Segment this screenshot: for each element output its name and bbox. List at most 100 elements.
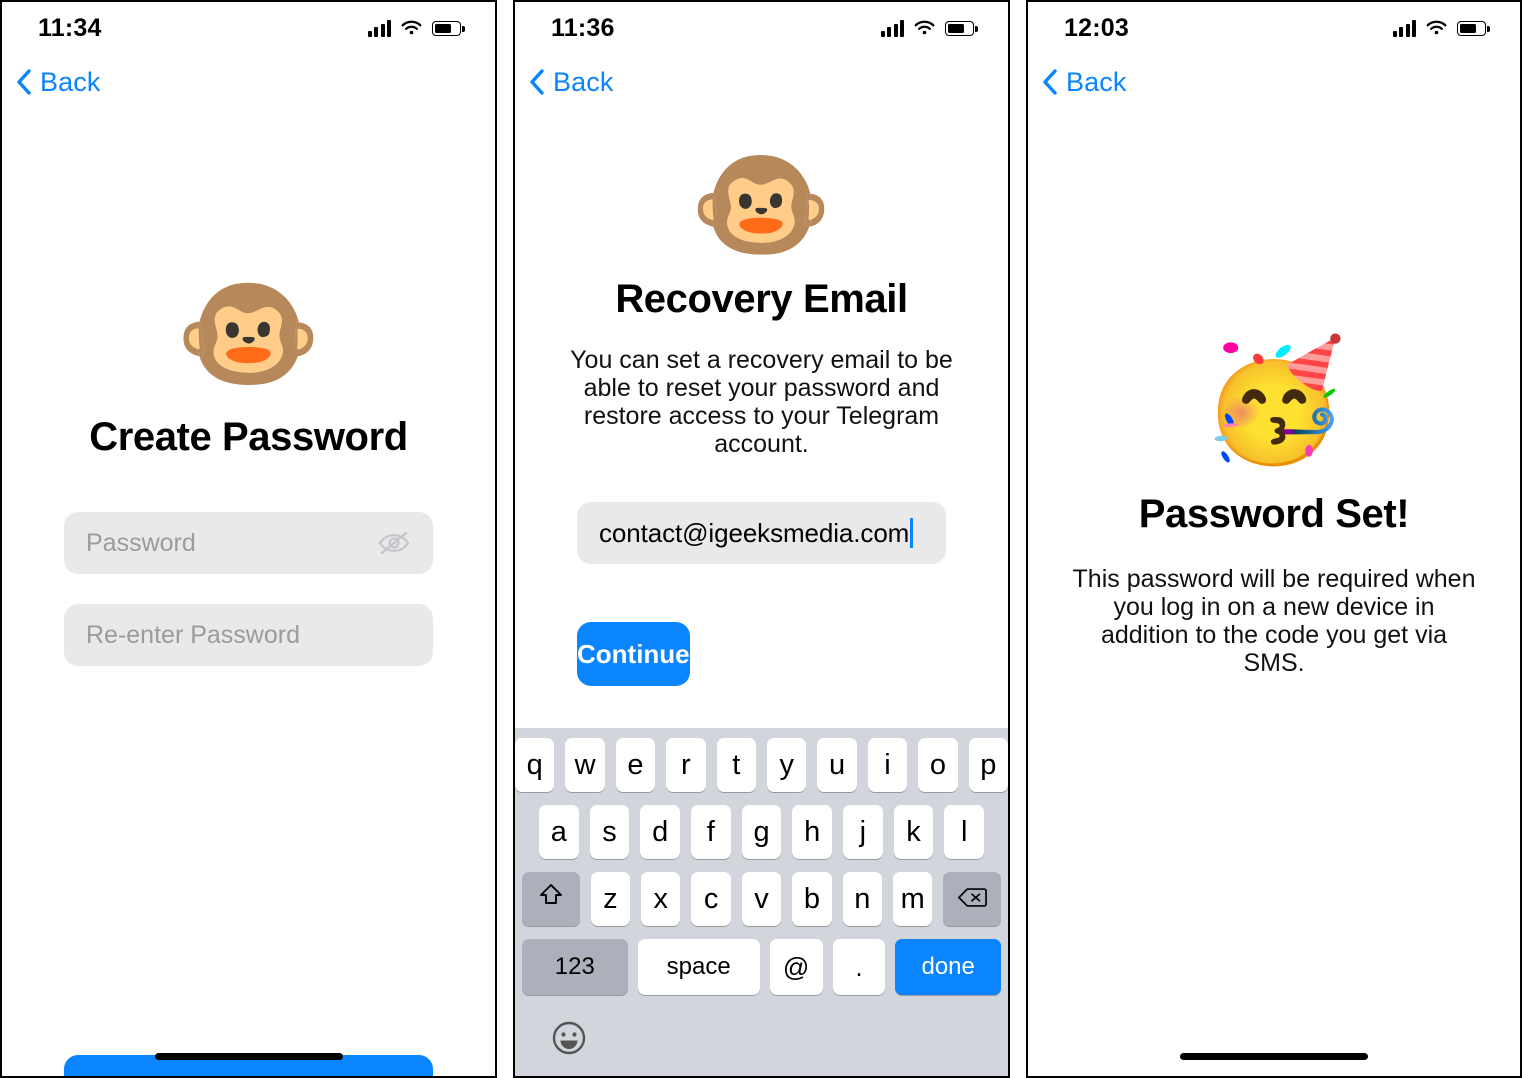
battery-icon bbox=[432, 20, 465, 36]
key-a[interactable]: a bbox=[538, 805, 579, 859]
wifi-icon bbox=[1425, 20, 1448, 37]
page-title: Recovery Email bbox=[615, 277, 908, 321]
back-button[interactable]: Back bbox=[1042, 67, 1126, 98]
status-bar: 11:34 bbox=[2, 2, 495, 54]
key-q[interactable]: q bbox=[515, 738, 555, 792]
recovery-email-value: contact@igeeksmedia.com bbox=[599, 517, 910, 548]
onscreen-keyboard: q w e r t y u i o p a s d f g h j k l z … bbox=[515, 728, 1008, 1076]
phone-screen-recovery-email: 11:36 Back 🐵 Recovery Email You can set … bbox=[513, 0, 1010, 1078]
recovery-email-input[interactable]: contact@igeeksmedia.com bbox=[577, 502, 946, 564]
reenter-password-input[interactable]: Re-enter Password bbox=[64, 604, 433, 666]
password-placeholder: Password bbox=[86, 528, 196, 557]
battery-icon bbox=[945, 20, 978, 36]
phone-screen-create-password: 11:34 Back 🐵 Create Password Password Re… bbox=[0, 0, 497, 1078]
done-key[interactable]: done bbox=[895, 939, 1002, 995]
navigation-bar: Back bbox=[2, 54, 495, 110]
cellular-signal-icon bbox=[880, 19, 904, 37]
hero-emoji-container: 🐵 bbox=[2, 275, 495, 393]
back-button[interactable]: Back bbox=[529, 67, 613, 98]
backspace-icon bbox=[957, 883, 988, 916]
home-indicator bbox=[1180, 1053, 1368, 1060]
navigation-bar: Back bbox=[515, 54, 1008, 110]
key-z[interactable]: z bbox=[590, 872, 631, 926]
page-description: You can set a recovery email to be able … bbox=[570, 346, 953, 458]
hero-emoji-container: 🐵 bbox=[515, 148, 1008, 263]
status-icons bbox=[880, 19, 978, 37]
key-p[interactable]: p bbox=[968, 738, 1008, 792]
text-cursor bbox=[910, 518, 914, 548]
keyboard-bottom-bar bbox=[515, 1008, 1008, 1068]
key-r[interactable]: r bbox=[666, 738, 706, 792]
key-j[interactable]: j bbox=[843, 805, 883, 859]
home-indicator bbox=[154, 1053, 343, 1060]
numbers-key[interactable]: 123 bbox=[522, 939, 628, 995]
screen-body: 🐵 Create Password Password Re-enter Pass… bbox=[2, 275, 495, 1077]
key-o[interactable]: o bbox=[918, 738, 958, 792]
back-button[interactable]: Back bbox=[16, 67, 100, 98]
shift-arrow-icon bbox=[538, 882, 564, 916]
emoji-smiley-icon[interactable] bbox=[551, 1020, 587, 1056]
status-bar: 12:03 bbox=[1028, 2, 1520, 54]
key-f[interactable]: f bbox=[691, 805, 731, 859]
key-c[interactable]: c bbox=[691, 872, 731, 926]
partying-face-emoji: 🥳 bbox=[1200, 335, 1348, 467]
continue-button-label: Continue bbox=[577, 638, 690, 669]
back-label: Back bbox=[1066, 66, 1127, 97]
key-k[interactable]: k bbox=[893, 805, 934, 859]
keyboard-row-2: a s d f g h j k l bbox=[515, 805, 1008, 859]
shift-key[interactable] bbox=[522, 872, 580, 926]
key-n[interactable]: n bbox=[842, 872, 882, 926]
status-time: 12:03 bbox=[1064, 13, 1129, 42]
wifi-icon bbox=[400, 20, 423, 37]
screen-body: 🐵 Recovery Email You can set a recovery … bbox=[515, 148, 1008, 1076]
back-label: Back bbox=[40, 66, 101, 97]
delete-key[interactable] bbox=[943, 872, 1002, 926]
period-key[interactable]: . bbox=[832, 939, 886, 995]
battery-icon bbox=[1457, 20, 1490, 36]
monkey-face-emoji: 🐵 bbox=[689, 141, 834, 269]
chevron-left-icon bbox=[16, 68, 32, 96]
space-key[interactable]: space bbox=[637, 939, 760, 995]
hero-emoji-container: 🥳 bbox=[1028, 342, 1520, 460]
password-input[interactable]: Password bbox=[64, 512, 433, 574]
key-l[interactable]: l bbox=[944, 805, 985, 859]
key-s[interactable]: s bbox=[589, 805, 630, 859]
key-m[interactable]: m bbox=[892, 872, 933, 926]
keyboard-row-3: z x c v b n m bbox=[515, 872, 1008, 926]
key-v[interactable]: v bbox=[741, 872, 782, 926]
status-time: 11:36 bbox=[551, 13, 615, 42]
keyboard-row-4: 123 space @ . done bbox=[515, 939, 1008, 995]
navigation-bar: Back bbox=[1028, 54, 1520, 110]
reenter-password-placeholder: Re-enter Password bbox=[86, 620, 300, 649]
create-password-button-label: Create Password bbox=[142, 1072, 354, 1077]
status-time: 11:34 bbox=[38, 13, 102, 42]
key-i[interactable]: i bbox=[867, 738, 908, 792]
key-t[interactable]: t bbox=[716, 738, 756, 792]
key-e[interactable]: e bbox=[615, 738, 656, 792]
status-bar: 11:36 bbox=[515, 2, 1008, 54]
eye-slash-icon[interactable] bbox=[377, 530, 411, 556]
at-key[interactable]: @ bbox=[769, 939, 823, 995]
status-icons bbox=[367, 19, 465, 37]
key-u[interactable]: u bbox=[817, 738, 857, 792]
phone-screen-password-set: 12:03 Back 🥳 Password Set! This password… bbox=[1026, 0, 1522, 1078]
keyboard-row-1: q w e r t y u i o p bbox=[515, 738, 1008, 792]
page-title: Password Set! bbox=[1138, 492, 1410, 536]
screenshot-board: 11:34 Back 🐵 Create Password Password Re… bbox=[0, 0, 1524, 1078]
key-h[interactable]: h bbox=[792, 805, 833, 859]
monkey-face-emoji: 🐵 bbox=[175, 268, 322, 400]
key-w[interactable]: w bbox=[565, 738, 605, 792]
key-b[interactable]: b bbox=[792, 872, 832, 926]
status-icons bbox=[1392, 19, 1490, 37]
key-y[interactable]: y bbox=[767, 738, 807, 792]
continue-button[interactable]: Continue bbox=[577, 622, 690, 686]
chevron-left-icon bbox=[1042, 68, 1058, 96]
back-label: Back bbox=[553, 66, 614, 97]
page-description: This password will be required when you … bbox=[1072, 565, 1476, 677]
key-g[interactable]: g bbox=[741, 805, 782, 859]
key-d[interactable]: d bbox=[640, 805, 680, 859]
cellular-signal-icon bbox=[367, 19, 391, 37]
key-x[interactable]: x bbox=[641, 872, 681, 926]
screen-body: 🥳 Password Set! This password will be re… bbox=[1028, 342, 1520, 1076]
cellular-signal-icon bbox=[1392, 19, 1416, 37]
